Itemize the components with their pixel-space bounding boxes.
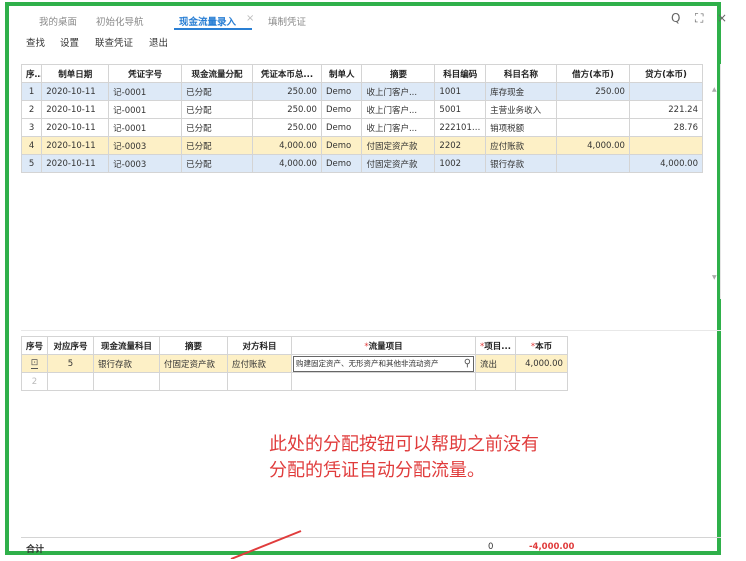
annotation-arrow-icon — [230, 530, 302, 559]
app-window: 我的桌面 初始化导航 现金流量录入 × 填制凭证 Q ⛶ × 查找 设置 联查凭… — [5, 2, 727, 559]
